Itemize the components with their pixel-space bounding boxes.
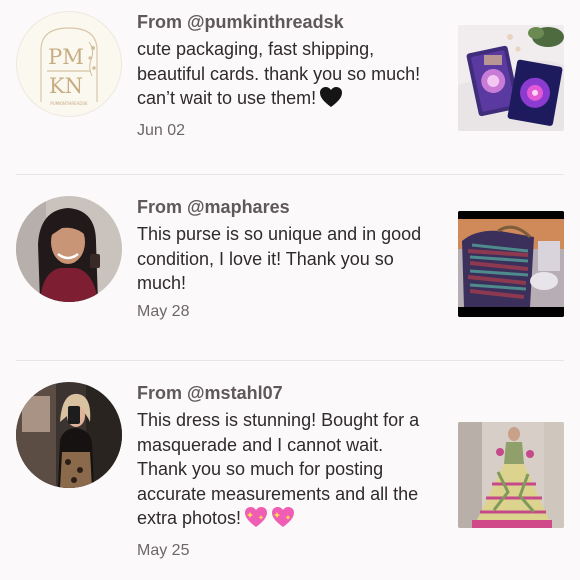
sparkling-heart-icon	[271, 506, 295, 535]
review-item: From @mstahl07 This dress is stunning! B…	[0, 361, 580, 580]
avatar-logo[interactable]: PM KN PUMKINTHREADSK	[16, 11, 122, 117]
review-content: From @maphares This purse is so unique a…	[137, 196, 437, 322]
logo-text-bottom: KN	[49, 74, 83, 98]
dress-photo	[458, 422, 564, 528]
black-heart-icon	[319, 86, 343, 115]
reviews-feed: PM KN PUMKINTHREADSK From @pumkinthreads…	[0, 0, 580, 580]
avatar[interactable]	[16, 382, 122, 488]
review-date: May 28	[137, 302, 190, 320]
review-text: This dress is stunning! Bought for a mas…	[137, 408, 437, 535]
mirror-selfie-photo	[16, 382, 122, 488]
review-item: PM KN PUMKINTHREADSK From @pumkinthreads…	[0, 0, 580, 175]
logo-text-top: PM	[48, 45, 84, 69]
review-photo[interactable]	[458, 422, 564, 528]
woman-long-dark-hair-photo	[16, 196, 122, 302]
review-text-body: cute packaging, fast shipping, beautiful…	[137, 39, 421, 108]
review-date: Jun 02	[137, 121, 186, 139]
shop-logo-icon: PM KN PUMKINTHREADSK	[40, 27, 98, 106]
review-text-body: This purse is so unique and in good cond…	[137, 224, 422, 293]
review-photo[interactable]	[458, 211, 564, 317]
logo-caption: PUMKINTHREADSK	[50, 101, 88, 106]
review-photo[interactable]	[458, 25, 564, 131]
review-author[interactable]: From @mstahl07	[137, 382, 437, 404]
review-content: From @mstahl07 This dress is stunning! B…	[137, 382, 437, 561]
review-text: cute packaging, fast shipping, beautiful…	[137, 37, 437, 115]
review-author[interactable]: From @pumkinthreadsk	[137, 11, 437, 33]
review-item: From @maphares This purse is so unique a…	[0, 175, 580, 361]
tarot-cards-photo	[458, 25, 564, 131]
purse-photo	[458, 211, 564, 317]
review-author[interactable]: From @maphares	[137, 196, 437, 218]
review-date: May 25	[137, 541, 190, 559]
avatar[interactable]	[16, 196, 122, 302]
review-text: This purse is so unique and in good cond…	[137, 222, 437, 296]
review-content: From @pumkinthreadsk cute packaging, fas…	[137, 11, 437, 141]
sparkling-heart-icon	[244, 506, 268, 535]
